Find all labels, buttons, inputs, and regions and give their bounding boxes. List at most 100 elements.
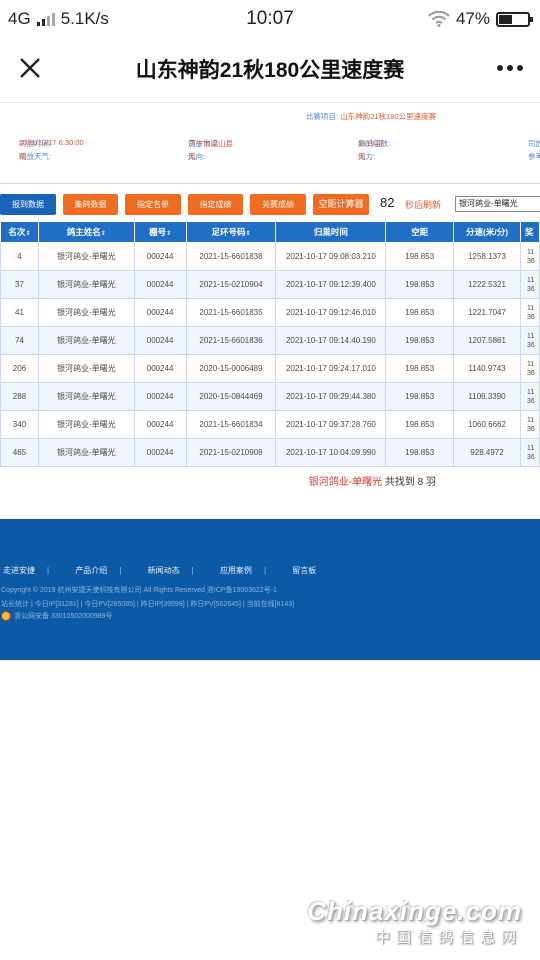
- results-table: 名次⇕ 鸽主姓名⇕ 棚号⇕ 足环号码⇕ 归巢时间 空距 分速(米/分) 奖 4银…: [0, 221, 540, 467]
- subject-label: 比赛项目:: [306, 112, 339, 121]
- cell-prize: 11 36: [519, 438, 540, 467]
- cell-speed: 1106.3390: [453, 382, 521, 411]
- cell-time: 2021-10-17 09:08:03.210: [275, 242, 387, 271]
- collect-data-button[interactable]: 集鸽数据: [63, 194, 118, 215]
- subject-value: 山东神韵21秋180公里速度赛: [340, 112, 437, 121]
- distance-calculator-button[interactable]: 空距计算器: [313, 194, 369, 215]
- specified-list-button[interactable]: 指定名单: [125, 194, 181, 215]
- table-row: 465 银河鸽业-单曙光 000244 2021-15-0210908 2021-10-…: [0, 438, 540, 467]
- cell-time: 2021-10-17 10:04:09.990: [275, 438, 387, 467]
- cell-time: 2021-10-17 09:12:39.400: [275, 270, 387, 299]
- cell-owner: 银河鸽业-单曙光: [37, 410, 135, 439]
- cell-loft: 000244: [133, 298, 187, 327]
- cell-owner: 银河鸽业-单曙光: [37, 438, 135, 467]
- cell-rank: 41: [0, 298, 39, 327]
- close-result-button[interactable]: 关赛成绩: [250, 194, 306, 215]
- count-value: 1319羽: [358, 139, 383, 148]
- specified-result-button[interactable]: 指定成绩: [188, 194, 243, 215]
- cell-distance: 198.853: [385, 270, 455, 299]
- col-owner[interactable]: 鸽主姓名⇕: [37, 221, 135, 243]
- footer-link-about[interactable]: 走进安捷: [3, 566, 35, 575]
- cell-rank: 465: [0, 438, 39, 467]
- cell-speed: 1258.1373: [453, 242, 521, 271]
- police-badge-icon: [1, 611, 11, 621]
- info-row-2: 司放天气: 晴 风向: 无 风力: 无 参考: [0, 151, 540, 163]
- cell-loft: 000244: [133, 242, 187, 271]
- cell-distance: 198.853: [385, 382, 455, 411]
- col-ring[interactable]: 足环号码⇕: [185, 221, 277, 243]
- cell-owner: 银河鸽业-单曙光: [37, 326, 135, 355]
- cell-prize: 11 36: [519, 382, 540, 411]
- footer-stats: 站长统计 | 今日IP[31281] | 今日PV[285085] | 昨日IP…: [1, 601, 295, 608]
- watermark-logo: Chinaxinge.com: [307, 896, 522, 926]
- owner-filter-input[interactable]: 银河鸽业-单曙光: [455, 196, 540, 212]
- footer-link-news[interactable]: 新闻动态: [148, 566, 180, 575]
- table-row: 288 银河鸽业-单曙光 000244 2020-15-0844469 2021-10-…: [0, 382, 540, 411]
- cell-time: 2021-10-17 09:14:40.190: [275, 326, 387, 355]
- race-subject: 比赛项目: 山东神韵21秋180公里速度赛: [306, 111, 436, 122]
- weather-value: 晴: [19, 152, 27, 161]
- battery-icon: [496, 11, 533, 27]
- cell-speed: 1060.6662: [453, 410, 521, 439]
- col-prize: 奖: [519, 221, 540, 243]
- cell-rank: 4: [0, 242, 39, 271]
- cell-ring: 2021-15-6601834: [185, 410, 277, 439]
- cell-owner: 银河鸽业-单曙光: [37, 270, 135, 299]
- footer: 走进安捷 | 产品介绍 | 新闻动态 | 应用案例 | 留言板 Copyright © …: [0, 519, 540, 660]
- report-data-button[interactable]: 报到数据: [0, 194, 56, 215]
- toolbar: 报到数据 集鸽数据 指定名单 指定成绩 关赛成绩 空距计算器 82 秒后刷新 银…: [0, 194, 540, 216]
- close-icon[interactable]: [14, 52, 46, 84]
- wind-force-value: 无: [358, 152, 366, 161]
- sort-icon: ⇕: [25, 231, 31, 237]
- footer-link-guestbook[interactable]: 留言板: [292, 566, 316, 575]
- footer-link-cases[interactable]: 应用案例: [220, 566, 252, 575]
- cell-ring: 2020-15-0006489: [185, 354, 277, 383]
- cell-speed: 1140.9743: [453, 354, 521, 383]
- cell-speed: 928.4972: [453, 438, 521, 467]
- footer-police: 浙公网安备 33010502000989号: [1, 611, 112, 621]
- cell-time: 2021-10-17 09:37:28.760: [275, 410, 387, 439]
- cell-prize: 11 36: [519, 298, 540, 327]
- battery-percent: 47%: [455, 9, 490, 28]
- sort-icon: ⇕: [166, 231, 172, 237]
- cell-distance: 198.853: [385, 326, 455, 355]
- wifi-icon: [428, 11, 450, 27]
- cell-loft: 000244: [133, 270, 187, 299]
- cell-distance: 198.853: [385, 354, 455, 383]
- race-info: 比赛项目: 山东神韵21秋180公里速度赛 司放时间: 2021/10/17 6:…: [0, 102, 540, 184]
- page-title: 山东神韵21秋180公里速度赛: [135, 59, 405, 82]
- col-loft[interactable]: 棚号⇕: [133, 221, 187, 243]
- cell-owner: 银河鸽业-单曙光: [37, 382, 135, 411]
- more-icon[interactable]: [494, 50, 526, 82]
- col-speed: 分速(米/分): [453, 221, 521, 243]
- cell-distance: 198.853: [385, 438, 455, 467]
- cell-distance: 198.853: [385, 242, 455, 271]
- cell-rank: 206: [0, 354, 39, 383]
- cell-time: 2021-10-17 09:29:44.380: [275, 382, 387, 411]
- summary-text-pre: 共找到: [382, 477, 418, 488]
- watermark-subtitle: 中国信鸽信息网: [374, 929, 522, 946]
- police-record[interactable]: 浙公网安备 33010502000989号: [14, 611, 112, 621]
- nav-bar: 山东神韵21秋180公里速度赛: [0, 38, 540, 102]
- col4b-label: 参考: [528, 152, 540, 161]
- cell-loft: 000244: [133, 326, 187, 355]
- cell-rank: 340: [0, 410, 39, 439]
- cell-rank: 288: [0, 382, 39, 411]
- cell-ring: 2021-15-6601835: [185, 298, 277, 327]
- cell-prize: 11 36: [519, 242, 540, 271]
- cell-ring: 2021-15-0210904: [185, 270, 277, 299]
- footer-link-products[interactable]: 产品介绍: [75, 566, 107, 575]
- cell-loft: 000244: [133, 438, 187, 467]
- cell-owner: 银河鸽业-单曙光: [37, 298, 135, 327]
- cell-prize: 11 36: [519, 270, 540, 299]
- refresh-label: 秒后刷新: [405, 200, 442, 210]
- cell-prize: 11 36: [519, 354, 540, 383]
- cell-distance: 198.853: [385, 298, 455, 327]
- sort-icon: ⇕: [245, 231, 251, 237]
- info-row-1: 司放时间: 2021/10/17 6:30:00 司放地点: 济宁市梁山县 集鸽羽数…: [0, 138, 540, 150]
- result-summary: 银河鸽业-单曙光 共找到 8 羽: [0, 473, 436, 488]
- table-row: 206 银河鸽业-单曙光 000244 2020-15-0006489 2021-10-…: [0, 354, 540, 383]
- table-row: 340 银河鸽业-单曙光 000244 2021-15-6601834 2021-10-…: [0, 410, 540, 439]
- col-rank[interactable]: 名次⇕: [0, 221, 39, 243]
- summary-name: 银河鸽业-单曙光: [308, 477, 383, 488]
